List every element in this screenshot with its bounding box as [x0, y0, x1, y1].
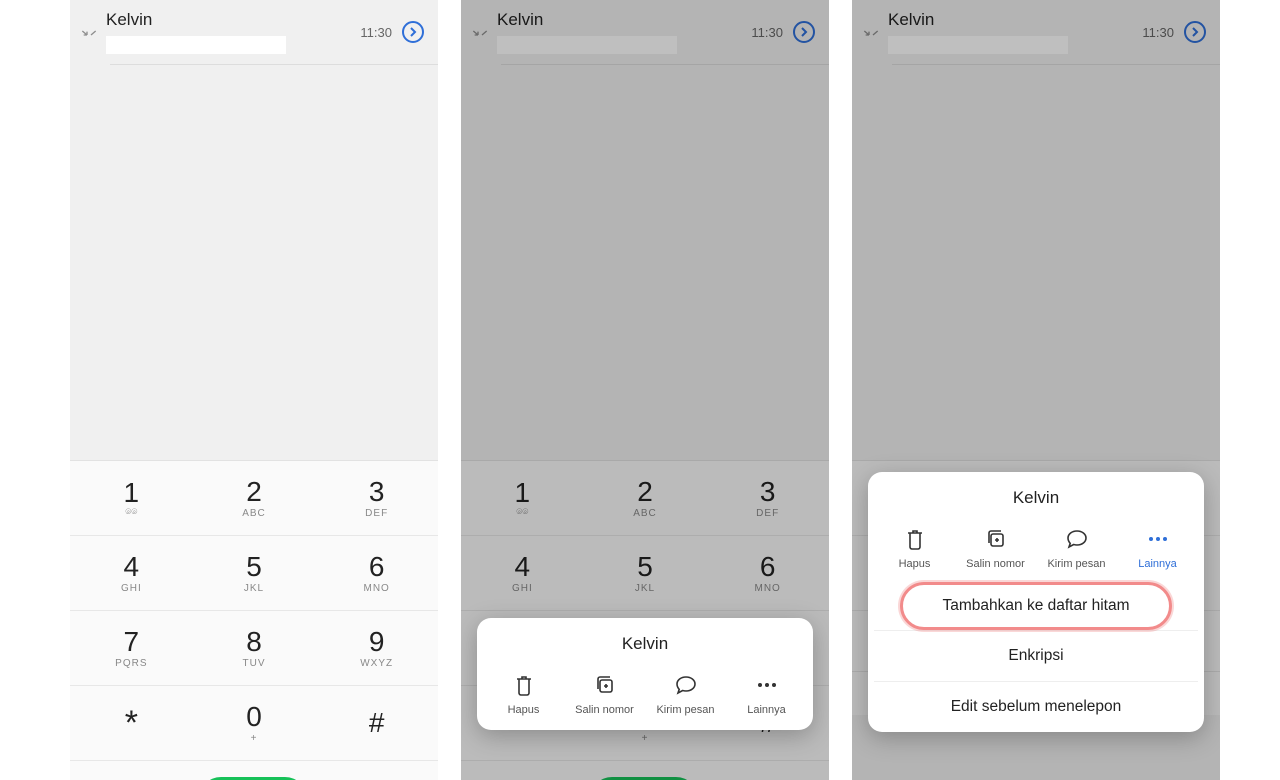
- key-star[interactable]: *: [70, 686, 193, 760]
- sheet-more[interactable]: Lainnya: [726, 668, 807, 720]
- missed-call-icon: [860, 27, 882, 43]
- more-icon: [1147, 526, 1169, 552]
- missed-call-icon: [78, 27, 100, 43]
- sheet-send-message[interactable]: Kirim pesan: [645, 668, 726, 720]
- message-icon: [674, 672, 698, 698]
- call-log-name: Kelvin: [106, 10, 360, 30]
- key-4[interactable]: 4GHI: [461, 536, 584, 610]
- call-log-entry[interactable]: Kelvin 11:30: [461, 0, 829, 64]
- key-6[interactable]: 6MNO: [706, 536, 829, 610]
- dial-keypad: 1⌾⌾ 2ABC 3DEF 4GHI 5JKL 6MNO 7PQRS 8TUV …: [70, 460, 438, 780]
- menu-add-blacklist[interactable]: Tambahkan ke daftar hitam: [900, 582, 1172, 630]
- key-1[interactable]: 1⌾⌾: [70, 461, 193, 535]
- key-4[interactable]: 4GHI: [70, 536, 193, 610]
- screenshot-step-3: Kelvin 11:30 1⌾⌾ 2ABC 3DEF 4GHI 5JKL 6MN…: [852, 0, 1220, 780]
- voicemail-icon: ⌾⌾: [125, 507, 137, 518]
- sheet-more[interactable]: Lainnya: [1117, 522, 1198, 574]
- call-log-name: Kelvin: [497, 10, 751, 30]
- call-log-entry[interactable]: Kelvin 11:30: [70, 0, 438, 64]
- menu-encrypt[interactable]: Enkripsi: [874, 630, 1198, 681]
- missed-call-icon: [469, 27, 491, 43]
- divider: [110, 64, 438, 65]
- call-detail-button[interactable]: [793, 21, 815, 43]
- trash-icon: [905, 526, 925, 552]
- key-8[interactable]: 8TUV: [193, 611, 316, 685]
- trash-icon: [514, 672, 534, 698]
- sheet-copy-number[interactable]: Salin nomor: [955, 522, 1036, 574]
- sheet-copy-number[interactable]: Salin nomor: [564, 668, 645, 720]
- action-sheet: Kelvin Hapus Salin nomor Kirim pesan Lai…: [477, 618, 813, 730]
- call-detail-button[interactable]: [402, 21, 424, 43]
- redacted-number: [106, 36, 286, 54]
- key-hash[interactable]: #: [315, 686, 438, 760]
- sheet-delete[interactable]: Hapus: [483, 668, 564, 720]
- key-3[interactable]: 3DEF: [315, 461, 438, 535]
- sheet-send-message[interactable]: Kirim pesan: [1036, 522, 1117, 574]
- key-2[interactable]: 2ABC: [584, 461, 707, 535]
- screenshot-step-2: Kelvin 11:30 1⌾⌾ 2ABC 3DEF 4GHI 5JKL 6MN…: [461, 0, 829, 780]
- key-5[interactable]: 5JKL: [193, 536, 316, 610]
- action-sheet-expanded: Kelvin Hapus Salin nomor Kirim pesan Lai…: [868, 472, 1204, 732]
- key-5[interactable]: 5JKL: [584, 536, 707, 610]
- key-6[interactable]: 6MNO: [315, 536, 438, 610]
- key-1[interactable]: 1⌾⌾: [461, 461, 584, 535]
- key-9[interactable]: 9WXYZ: [315, 611, 438, 685]
- menu-edit-before-call[interactable]: Edit sebelum menelepon: [874, 681, 1198, 732]
- screenshot-step-1: Kelvin 11:30 1⌾⌾ 2ABC 3DEF 4GHI 5JKL 6MN…: [70, 0, 438, 780]
- call-log-time: 11:30: [751, 25, 783, 40]
- call-log-time: 11:30: [360, 25, 392, 40]
- copy-icon: [594, 672, 616, 698]
- redacted-number: [497, 36, 677, 54]
- key-3[interactable]: 3DEF: [706, 461, 829, 535]
- sheet-delete[interactable]: Hapus: [874, 522, 955, 574]
- call-detail-button[interactable]: [1184, 21, 1206, 43]
- message-icon: [1065, 526, 1089, 552]
- key-2[interactable]: 2ABC: [193, 461, 316, 535]
- sheet-title: Kelvin: [874, 488, 1198, 508]
- call-log-area: Kelvin 11:30: [70, 0, 438, 460]
- copy-icon: [985, 526, 1007, 552]
- key-0[interactable]: 0+: [193, 686, 316, 760]
- key-7[interactable]: 7PQRS: [70, 611, 193, 685]
- call-log-entry[interactable]: Kelvin 11:30: [852, 0, 1220, 64]
- more-icon: [756, 672, 778, 698]
- sheet-title: Kelvin: [483, 634, 807, 654]
